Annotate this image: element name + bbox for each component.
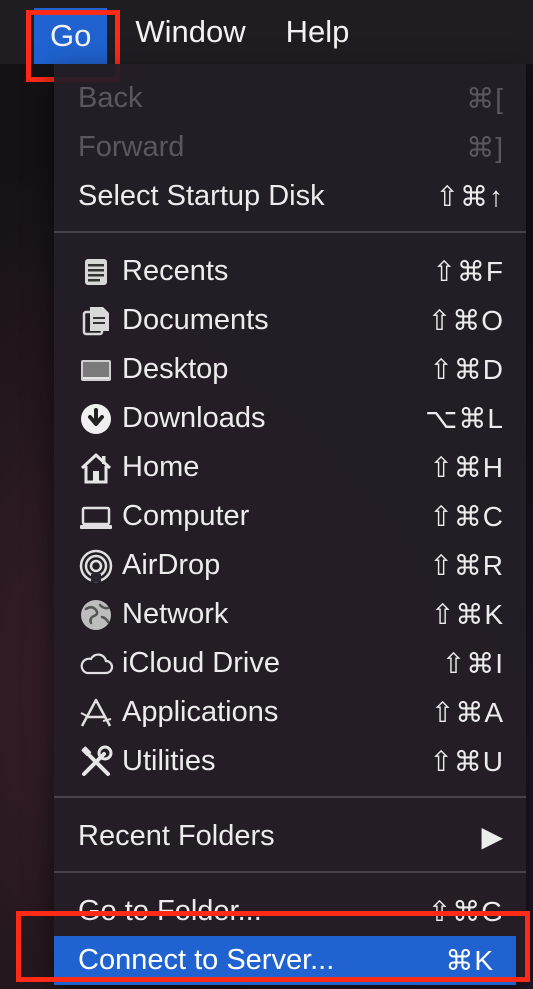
- menubar-help[interactable]: Help: [266, 0, 370, 64]
- applications-icon: [78, 695, 114, 731]
- menu-item-documents[interactable]: Documents ⇧⌘O: [54, 296, 526, 345]
- downloads-icon: [78, 401, 114, 437]
- menu-item-label: Go to Folder...: [78, 895, 262, 927]
- menu-bar: Go Window Help: [0, 0, 533, 64]
- menu-item-home[interactable]: Home ⇧⌘H: [54, 443, 526, 492]
- menu-item-shortcut: ⇧⌘O: [427, 305, 504, 336]
- desktop-icon: [78, 352, 114, 388]
- menu-item-label: Desktop: [122, 353, 229, 385]
- menu-item-select-startup-disk[interactable]: Select Startup Disk ⇧⌘↑: [54, 172, 526, 221]
- menu-item-forward: Forward ⌘]: [54, 123, 526, 172]
- icloud-icon: [78, 646, 114, 682]
- menu-item-shortcut: ⇧⌘R: [429, 550, 504, 581]
- menu-item-label: Utilities: [122, 745, 216, 777]
- menu-item-recents[interactable]: Recents ⇧⌘F: [54, 247, 526, 296]
- menu-item-shortcut: ⇧⌘G: [427, 896, 504, 927]
- documents-icon: [78, 303, 114, 339]
- menu-item-label: Select Startup Disk: [78, 180, 325, 212]
- recents-icon: [78, 254, 114, 290]
- menu-item-network[interactable]: Network ⇧⌘K: [54, 590, 526, 639]
- go-menu: Back ⌘[ Forward ⌘] Select Startup Disk ⇧…: [54, 64, 526, 985]
- menu-item-downloads[interactable]: Downloads ⌥⌘L: [54, 394, 526, 443]
- menu-item-label: Recent Folders: [78, 820, 275, 852]
- menu-item-shortcut: ⇧⌘C: [429, 501, 504, 532]
- home-icon: [78, 450, 114, 486]
- menu-item-shortcut: ⌘]: [466, 132, 504, 163]
- menu-item-shortcut: ⇧⌘U: [429, 746, 504, 777]
- menu-item-label: Computer: [122, 500, 250, 532]
- menubar-window[interactable]: Window: [107, 0, 265, 64]
- menu-item-shortcut: ⇧⌘A: [430, 697, 504, 728]
- menu-item-label: Documents: [122, 304, 269, 336]
- menu-item-shortcut: ⇧⌘I: [441, 648, 504, 679]
- menu-item-go-to-folder[interactable]: Go to Folder... ⇧⌘G: [54, 887, 526, 936]
- menu-item-label: Network: [122, 598, 229, 630]
- menu-item-back: Back ⌘[: [54, 74, 526, 123]
- menu-item-shortcut: ⌥⌘L: [425, 403, 504, 434]
- menu-item-shortcut: ⌘K: [445, 945, 494, 976]
- menu-item-label: Applications: [122, 696, 279, 728]
- menu-item-label: iCloud Drive: [122, 647, 280, 679]
- menu-item-label: Downloads: [122, 402, 266, 434]
- menu-item-applications[interactable]: Applications ⇧⌘A: [54, 688, 526, 737]
- utilities-icon: [78, 744, 114, 780]
- menu-item-label: AirDrop: [122, 549, 221, 581]
- menu-item-utilities[interactable]: Utilities ⇧⌘U: [54, 737, 526, 786]
- menu-separator: [54, 871, 526, 873]
- computer-icon: [78, 499, 114, 535]
- network-icon: [78, 597, 114, 633]
- menu-item-shortcut: ⇧⌘K: [430, 599, 504, 630]
- menubar-go[interactable]: Go: [34, 8, 108, 64]
- menu-item-label: Connect to Server...: [78, 944, 335, 976]
- menu-item-label: Recents: [122, 255, 229, 287]
- menu-item-label: Forward: [78, 131, 185, 163]
- airdrop-icon: [78, 548, 114, 584]
- menu-item-recent-folders[interactable]: Recent Folders ▶: [54, 812, 526, 861]
- menu-item-icloud-drive[interactable]: iCloud Drive ⇧⌘I: [54, 639, 526, 688]
- menu-item-computer[interactable]: Computer ⇧⌘C: [54, 492, 526, 541]
- menu-separator: [54, 796, 526, 798]
- menu-item-label: Home: [122, 451, 200, 483]
- menu-item-label: Back: [78, 82, 143, 114]
- menu-item-shortcut: ⇧⌘F: [432, 256, 504, 287]
- menu-item-shortcut: ⇧⌘H: [429, 452, 504, 483]
- menu-item-airdrop[interactable]: AirDrop ⇧⌘R: [54, 541, 526, 590]
- menu-item-desktop[interactable]: Desktop ⇧⌘D: [54, 345, 526, 394]
- menu-separator: [54, 231, 526, 233]
- menu-item-shortcut: ⇧⌘D: [429, 354, 504, 385]
- menu-item-shortcut: ⇧⌘↑: [435, 181, 504, 212]
- menu-item-connect-to-server[interactable]: Connect to Server... ⌘K: [54, 936, 516, 985]
- menu-item-shortcut: ⌘[: [466, 83, 504, 114]
- submenu-arrow-icon: ▶: [481, 821, 504, 852]
